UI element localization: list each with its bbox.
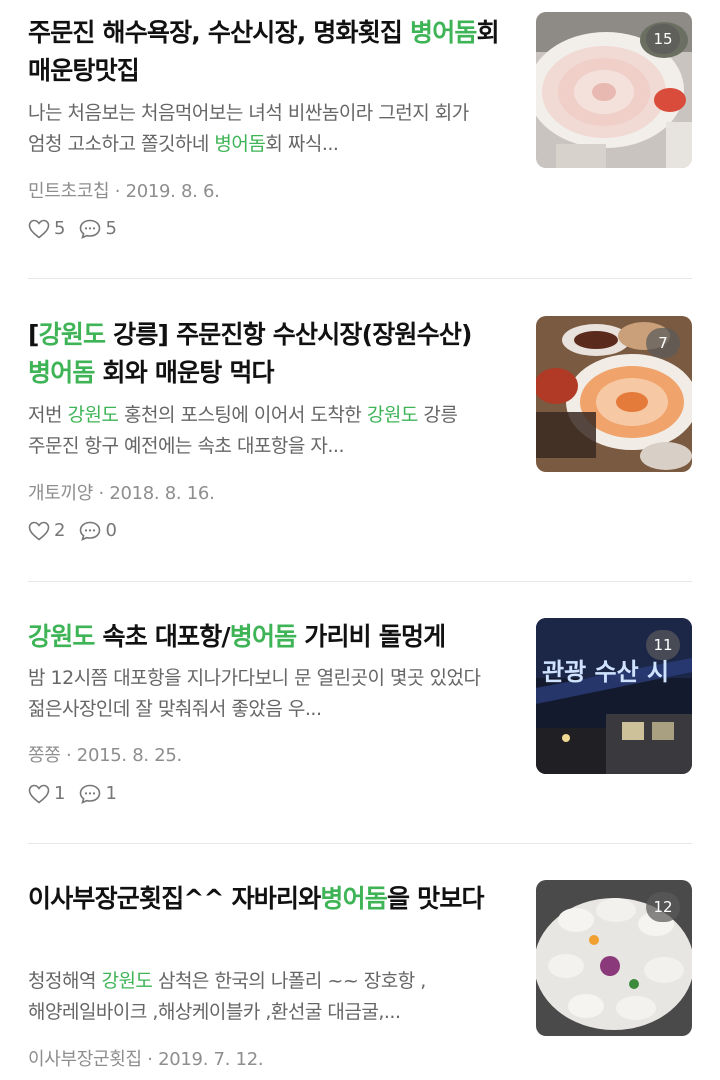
title-keyword-highlight: 병어돔 — [229, 622, 297, 651]
title-keyword-highlight: 강원도 — [28, 622, 95, 651]
title-keyword-highlight: 병어돔 — [410, 18, 477, 47]
post-meta: 민트초코칩 · 2019. 8. 6. — [28, 181, 220, 202]
post-card[interactable]: [강원도 강릉] 주문진항 수산시장(장원수산) 병어돔 회와 매운탕 먹다 저… — [28, 316, 692, 556]
snippet-keyword-highlight: 병어돔 — [214, 133, 266, 155]
title-text: 을 맛보다 — [387, 884, 485, 913]
speech-bubble-icon — [79, 219, 101, 239]
post-snippet: 청정해역 강원도 삼척은 한국의 나폴리 ~~ 장호항 ,해양레일바이크 ,해상… — [28, 966, 504, 1028]
like-count-value: 1 — [54, 783, 66, 804]
post-date: 2015. 8. 25. — [76, 745, 182, 766]
like-count-value: 5 — [54, 218, 66, 239]
post-title[interactable]: 강원도 속초 대포항/병어돔 가리비 돌멍게 — [28, 618, 504, 656]
comment-count[interactable]: 1 — [79, 783, 117, 804]
comment-count-value: 0 — [105, 520, 117, 541]
speech-bubble-icon — [79, 521, 101, 541]
heart-outline-icon — [28, 219, 50, 239]
post-card[interactable]: 주문진 해수욕장, 수산시장, 명화횟집 병어돔회 매운탕맛집 나는 처음보는 … — [28, 12, 692, 252]
snippet-keyword-highlight: 강원도 — [101, 970, 153, 992]
post-snippet: 저번 강원도 홍천의 포스팅에 이어서 도착한 강원도 강릉 주문진 항구 예전… — [28, 400, 504, 462]
comment-count-value: 5 — [105, 218, 117, 239]
title-keyword-highlight: 강원도 — [38, 320, 106, 349]
like-count-value: 2 — [54, 520, 66, 541]
comment-count[interactable]: 5 — [79, 218, 117, 239]
post-stats: 5 5 — [28, 218, 131, 239]
title-text: 주문진 해수욕장, 수산시장, 명화횟집 — [28, 18, 411, 47]
post-meta: 쫑쫑 · 2015. 8. 25. — [28, 745, 182, 766]
comment-count-value: 1 — [105, 783, 117, 804]
title-keyword-highlight: 병어돔 — [320, 884, 388, 913]
post-thumbnail[interactable]: 7 — [536, 316, 692, 472]
post-date: 2019. 7. 12. — [158, 1049, 264, 1070]
heart-outline-icon — [28, 784, 50, 804]
post-divider — [28, 843, 692, 844]
photo-count-badge: 11 — [646, 630, 680, 660]
heart-outline-icon — [28, 521, 50, 541]
post-thumbnail[interactable]: 관광 수산 시 11 — [536, 618, 692, 774]
title-text: 회와 매운탕 먹다 — [94, 358, 275, 387]
snippet-keyword-highlight: 강원도 — [67, 404, 119, 426]
post-stats: 2 0 — [28, 520, 131, 541]
post-stats: 1 1 — [28, 783, 131, 804]
title-text: [ — [28, 320, 39, 349]
post-snippet: 나는 처음보는 처음먹어보는 녀석 비싼놈이라 그런지 회가 엄청 고소하고 쫄… — [28, 98, 504, 160]
post-title[interactable]: 주문진 해수욕장, 수산시장, 명화횟집 병어돔회 매운탕맛집 — [28, 14, 504, 90]
post-date: 2019. 8. 6. — [125, 181, 220, 202]
snippet-text: 홍천의 포스팅에 이어서 도착한 — [118, 404, 367, 426]
post-card[interactable]: 이사부장군횟집^^ 자바리와병어돔을 맛보다 청정해역 강원도 삼척은 한국의 … — [28, 880, 692, 1080]
like-count[interactable]: 5 — [28, 218, 65, 239]
post-meta: 이사부장군횟집 · 2019. 7. 12. — [28, 1049, 264, 1070]
post-thumbnail[interactable]: 12 — [536, 880, 692, 1036]
search-results-feed: 주문진 해수욕장, 수산시장, 명화횟집 병어돔회 매운탕맛집 나는 처음보는 … — [0, 0, 720, 1080]
title-text: 가리비 돌멍게 — [296, 622, 446, 651]
post-snippet: 밤 12시쯤 대포항을 지나가다보니 문 열린곳이 몇곳 있었다 젊은사장인데 … — [28, 663, 504, 725]
post-card[interactable]: 강원도 속초 대포항/병어돔 가리비 돌멍게 밤 12시쯤 대포항을 지나가다보… — [28, 618, 692, 818]
post-thumbnail[interactable]: 15 — [536, 12, 692, 168]
photo-count-badge: 7 — [646, 328, 680, 358]
post-title[interactable]: 이사부장군횟집^^ 자바리와병어돔을 맛보다 — [28, 880, 504, 918]
title-keyword-highlight: 병어돔 — [28, 358, 95, 387]
post-title[interactable]: [강원도 강릉] 주문진항 수산시장(장원수산) 병어돔 회와 매운탕 먹다 — [28, 316, 504, 392]
neon-sign-text: 관광 수산 시 — [542, 658, 669, 686]
post-date: 2018. 8. 16. — [109, 483, 215, 504]
author-name[interactable]: 이사부장군횟집 — [28, 1049, 142, 1070]
photo-count-badge: 12 — [646, 892, 680, 922]
snippet-text: 청정해역 — [28, 970, 102, 992]
post-meta: 개토끼양 · 2018. 8. 16. — [28, 483, 215, 504]
snippet-keyword-highlight: 강원도 — [366, 404, 418, 426]
photo-count-badge: 15 — [646, 24, 680, 54]
post-divider — [28, 581, 692, 582]
comment-count[interactable]: 0 — [79, 520, 117, 541]
snippet-text: 회 짜식... — [265, 133, 339, 155]
title-text: 강릉] 주문진항 수산시장(장원수산) — [105, 320, 472, 349]
snippet-text: 밤 12시쯤 대포항을 지나가다보니 문 열린곳이 몇곳 있었다 젊은사장인데 … — [28, 667, 481, 720]
snippet-text: 저번 — [28, 404, 68, 426]
author-name[interactable]: 쫑쫑 — [28, 745, 61, 766]
speech-bubble-icon — [79, 784, 101, 804]
author-name[interactable]: 민트초코칩 — [28, 181, 110, 202]
title-text: 속초 대포항/ — [94, 622, 231, 651]
author-name[interactable]: 개토끼양 — [28, 483, 93, 504]
like-count[interactable]: 2 — [28, 520, 65, 541]
like-count[interactable]: 1 — [28, 783, 65, 804]
post-divider — [28, 278, 692, 279]
title-text: 이사부장군횟집^^ 자바리와 — [28, 884, 321, 913]
